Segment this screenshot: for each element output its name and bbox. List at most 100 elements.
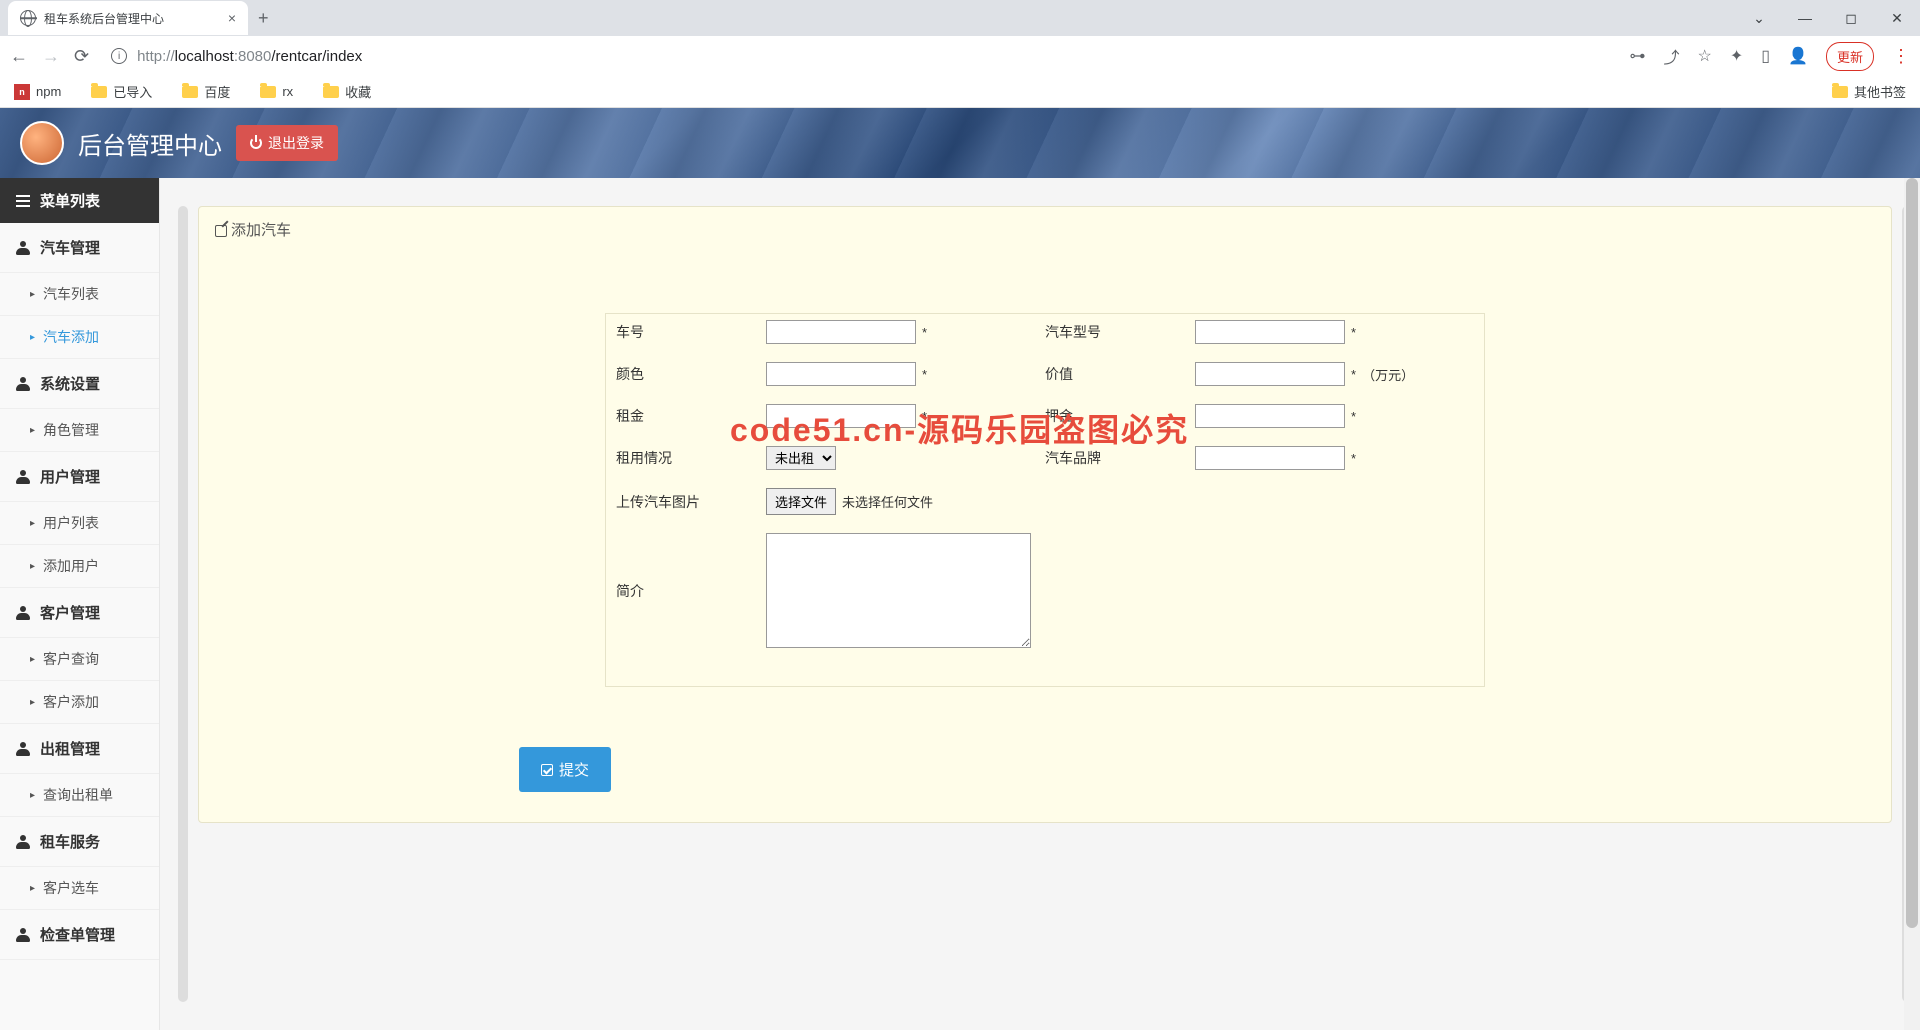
tab-title: 租车系统后台管理中心 <box>44 10 220 27</box>
sidebar-item[interactable]: 汽车列表 <box>0 273 159 316</box>
input-brand[interactable] <box>1195 446 1345 470</box>
reload-button[interactable]: ⟳ <box>74 46 89 67</box>
sidebar-category[interactable]: 租车服务 <box>0 817 159 867</box>
sidebar-category[interactable]: 用户管理 <box>0 452 159 502</box>
folder-icon <box>260 86 276 98</box>
select-rent-status[interactable]: 未出租 <box>766 446 836 470</box>
bookmark-item[interactable]: 已导入 <box>91 82 152 101</box>
user-icon <box>16 742 30 756</box>
sidebar-item[interactable]: 汽车添加 <box>0 316 159 359</box>
choose-file-button[interactable]: 选择文件 <box>766 488 836 515</box>
scrollbar-thumb[interactable] <box>1906 178 1918 928</box>
label-value: 价值 <box>1045 364 1195 384</box>
panel-title: 添加汽车 <box>231 222 291 239</box>
back-button[interactable]: ← <box>10 46 28 67</box>
minimize-icon[interactable]: — <box>1782 0 1828 36</box>
label-car-no: 车号 <box>616 322 766 342</box>
panel-wrap: 添加汽车 车号 * 汽车型号 <box>188 178 1902 1030</box>
app-body: 菜单列表 汽车管理汽车列表汽车添加系统设置角色管理用户管理用户列表添加用户客户管… <box>0 178 1920 1030</box>
sidebar-category[interactable]: 客户管理 <box>0 588 159 638</box>
folder-icon <box>323 86 339 98</box>
sidebar-category[interactable]: 系统设置 <box>0 359 159 409</box>
form-area: 车号 * 汽车型号 * 颜色 <box>199 253 1891 707</box>
avatar[interactable] <box>20 121 64 165</box>
browser-tab[interactable]: 租车系统后台管理中心 × <box>8 1 248 35</box>
menu-dots-icon[interactable]: ⋮ <box>1892 46 1910 67</box>
sidebar-category[interactable]: 检查单管理 <box>0 910 159 960</box>
sidebar-category[interactable]: 出租管理 <box>0 724 159 774</box>
sidebar-item[interactable]: 用户列表 <box>0 502 159 545</box>
forward-button[interactable]: → <box>42 46 60 67</box>
submit-area: 提交 <box>199 707 1891 822</box>
input-car-no[interactable] <box>766 320 916 344</box>
scrollbar[interactable] <box>178 206 188 1002</box>
user-icon <box>16 606 30 620</box>
url-text: http://localhost:8080/rentcar/index <box>137 48 362 65</box>
star-icon[interactable]: ☆ <box>1698 46 1712 66</box>
update-button[interactable]: 更新 <box>1826 42 1874 71</box>
user-icon <box>16 241 30 255</box>
input-car-model[interactable] <box>1195 320 1345 344</box>
label-rent: 租金 <box>616 406 766 426</box>
page-scrollbar[interactable] <box>1904 178 1920 1030</box>
user-icon <box>16 835 30 849</box>
sidebar-item[interactable]: 角色管理 <box>0 409 159 452</box>
panel-icon[interactable]: ▯ <box>1761 46 1770 66</box>
submit-button[interactable]: 提交 <box>519 747 611 792</box>
bookmark-item[interactable]: 百度 <box>182 82 230 101</box>
required-mark: * <box>1351 367 1356 382</box>
tab-close-icon[interactable]: × <box>228 10 236 26</box>
profile-icon[interactable]: 👤 <box>1788 46 1808 66</box>
folder-icon <box>1832 86 1848 98</box>
other-bookmarks[interactable]: 其他书签 <box>1832 82 1906 101</box>
input-value[interactable] <box>1195 362 1345 386</box>
input-rent[interactable] <box>766 404 916 428</box>
bookmark-item[interactable]: nnpm <box>14 84 61 100</box>
required-mark: * <box>922 325 927 340</box>
sidebar-item[interactable]: 客户选车 <box>0 867 159 910</box>
chevron-down-icon[interactable]: ⌄ <box>1736 0 1782 36</box>
required-mark: * <box>1351 451 1356 466</box>
new-tab-button[interactable]: + <box>258 8 269 29</box>
extensions-icon[interactable]: ✦ <box>1730 46 1743 66</box>
category-label: 出租管理 <box>40 738 100 759</box>
submit-label: 提交 <box>559 759 589 780</box>
label-color: 颜色 <box>616 364 766 384</box>
sidebar-item[interactable]: 添加用户 <box>0 545 159 588</box>
maximize-icon[interactable]: ◻ <box>1828 0 1874 36</box>
label-car-model: 汽车型号 <box>1045 322 1195 342</box>
folder-icon <box>91 86 107 98</box>
label-upload: 上传汽车图片 <box>616 492 766 512</box>
browser-chrome: 租车系统后台管理中心 × + ⌄ — ◻ ✕ ← → ⟳ i http://lo… <box>0 0 1920 108</box>
url-bar[interactable]: i http://localhost:8080/rentcar/index <box>103 48 1615 65</box>
check-icon <box>541 764 553 776</box>
page-title: 后台管理中心 <box>78 126 222 161</box>
share-icon[interactable]: ⤴ <box>1663 44 1679 68</box>
globe-icon <box>20 10 36 26</box>
required-mark: * <box>1351 409 1356 424</box>
category-label: 系统设置 <box>40 373 100 394</box>
bookmark-item[interactable]: rx <box>260 84 293 99</box>
sidebar-item[interactable]: 客户添加 <box>0 681 159 724</box>
input-color[interactable] <box>766 362 916 386</box>
category-label: 客户管理 <box>40 602 100 623</box>
tab-bar: 租车系统后台管理中心 × + ⌄ — ◻ ✕ <box>0 0 1920 36</box>
sidebar-item[interactable]: 查询出租单 <box>0 774 159 817</box>
site-info-icon[interactable]: i <box>111 48 127 64</box>
logout-button[interactable]: 退出登录 <box>236 125 338 161</box>
textarea-intro[interactable] <box>766 533 1031 648</box>
sidebar-item[interactable]: 客户查询 <box>0 638 159 681</box>
form-panel: 添加汽车 车号 * 汽车型号 <box>198 206 1892 823</box>
menu-header: 菜单列表 <box>0 178 159 223</box>
category-label: 用户管理 <box>40 466 100 487</box>
bookmark-item[interactable]: 收藏 <box>323 82 371 101</box>
address-bar-row: ← → ⟳ i http://localhost:8080/rentcar/in… <box>0 36 1920 76</box>
input-deposit[interactable] <box>1195 404 1345 428</box>
address-bar-icons: ⊶ ⤴ ☆ ✦ ▯ 👤 更新 ⋮ <box>1629 42 1910 71</box>
logout-label: 退出登录 <box>268 133 324 153</box>
edit-icon <box>215 225 227 237</box>
sidebar-category[interactable]: 汽车管理 <box>0 223 159 273</box>
key-icon[interactable]: ⊶ <box>1629 46 1645 66</box>
no-file-text: 未选择任何文件 <box>842 492 933 511</box>
close-window-icon[interactable]: ✕ <box>1874 0 1920 36</box>
